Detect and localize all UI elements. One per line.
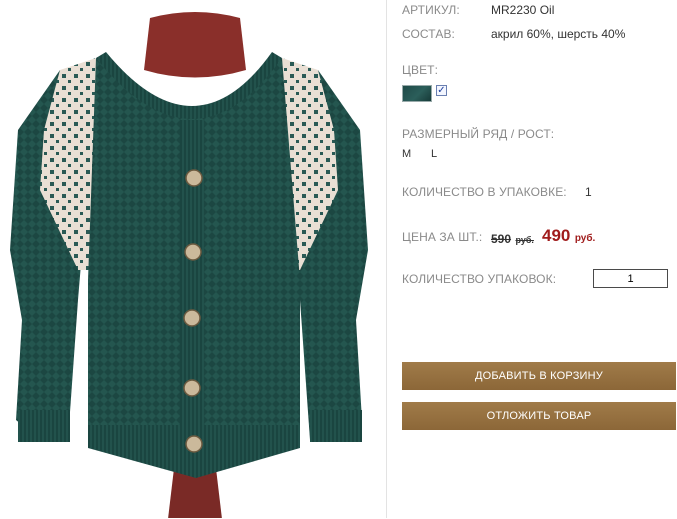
size-l[interactable]: L: [431, 148, 437, 160]
color-swatch[interactable]: [402, 85, 432, 102]
old-price-value: 590: [491, 232, 512, 246]
sku-value: MR2230 Oil: [491, 3, 555, 17]
sizes-label: РАЗМЕРНЫЙ РЯД / РОСТ:: [402, 127, 555, 141]
packs-quantity-input[interactable]: [593, 269, 668, 288]
price-label: ЦЕНА ЗА ШТ.:: [402, 230, 483, 244]
composition-label: СОСТАВ:: [402, 27, 455, 41]
composition-value: акрил 60%, шерсть 40%: [491, 27, 626, 41]
new-price-value: 490: [542, 226, 571, 245]
old-price: 590 руб.: [491, 230, 534, 248]
color-label: ЦВЕТ:: [402, 63, 439, 77]
postpone-button[interactable]: ОТЛОЖИТЬ ТОВАР: [402, 402, 676, 430]
new-price-currency: руб.: [574, 233, 596, 244]
sweater-image: [10, 12, 368, 518]
sku-label: АРТИКУЛ:: [402, 3, 460, 17]
new-price: 490 руб.: [542, 226, 595, 246]
old-price-currency: руб.: [515, 235, 534, 245]
packs-label: КОЛИЧЕСТВО УПАКОВОК:: [402, 272, 557, 286]
color-checkbox[interactable]: ✓: [436, 85, 447, 96]
pack-qty-label: КОЛИЧЕСТВО В УПАКОВКЕ:: [402, 185, 567, 199]
product-photo[interactable]: [0, 0, 387, 518]
size-m[interactable]: M: [402, 148, 411, 160]
pack-qty-value: 1: [585, 185, 592, 199]
add-to-cart-button[interactable]: ДОБАВИТЬ В КОРЗИНУ: [402, 362, 676, 390]
